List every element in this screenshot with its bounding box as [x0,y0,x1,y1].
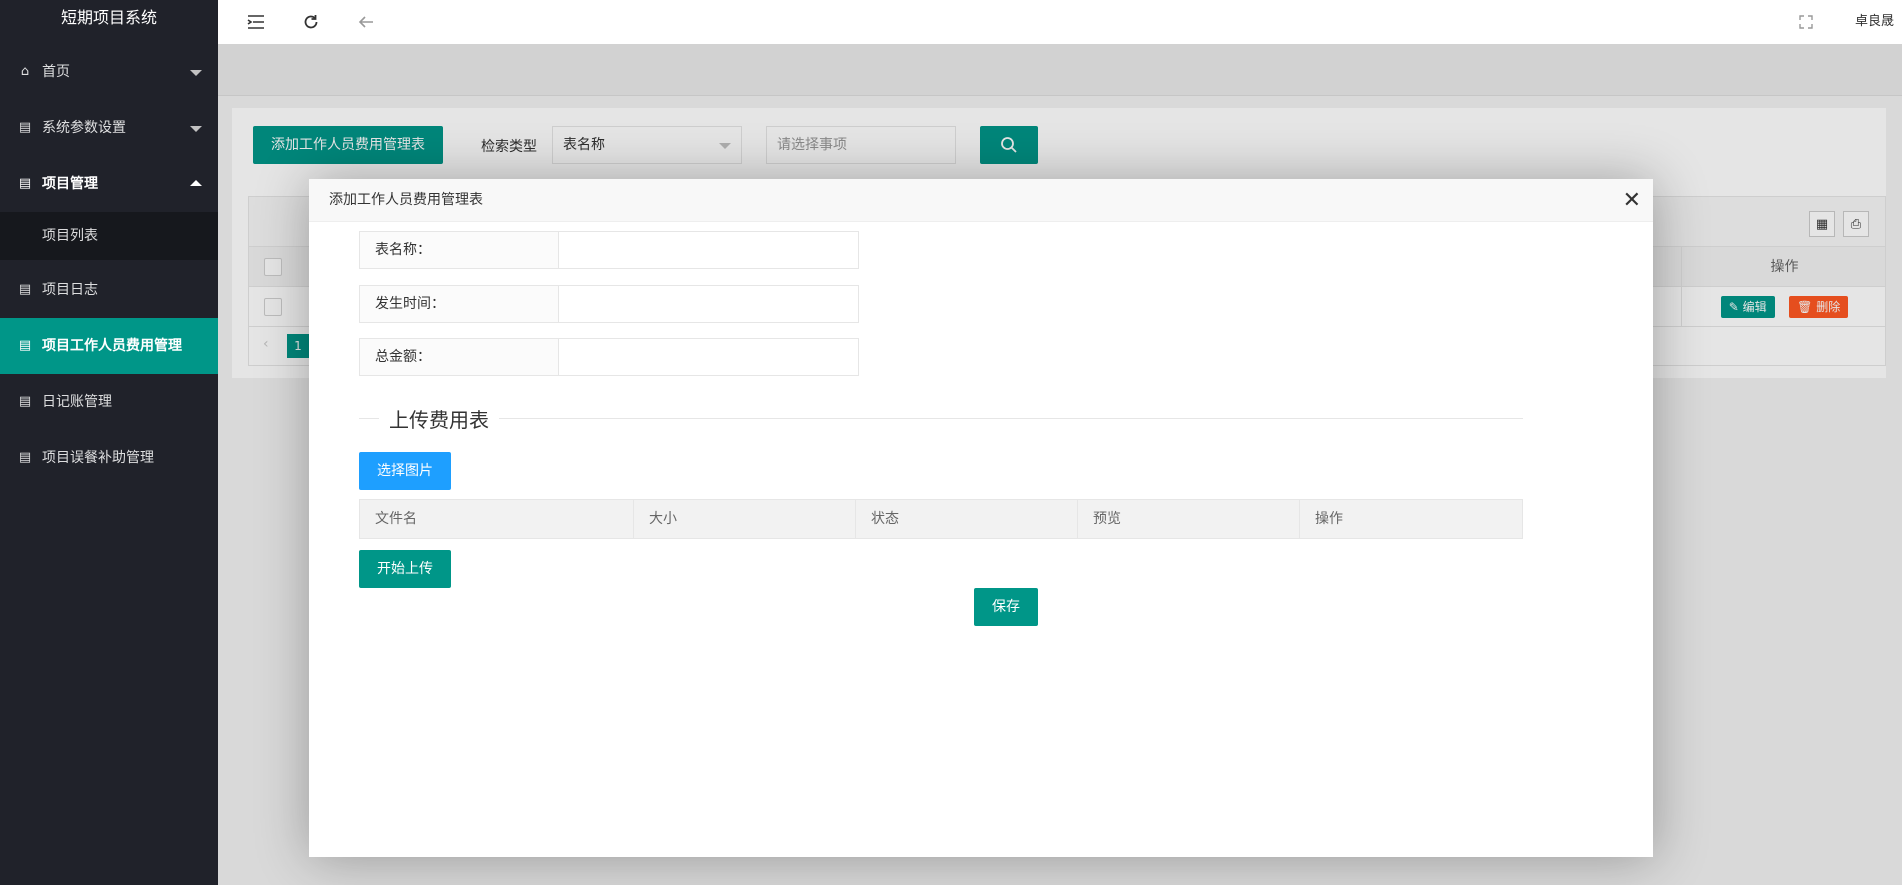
upload-section-title: 上传费用表 [379,404,499,433]
sidebar-subitem-project-list[interactable]: 项目列表 [0,212,218,260]
sidebar-item-meal-subsidy[interactable]: ▤ 项目误餐补助管理 [0,430,218,486]
sidebar-item-system-settings[interactable]: ▤ 系统参数设置 [0,100,218,156]
sidebar-item-label: 项目工作人员费用管理 [42,338,182,354]
sidebar-item-home[interactable]: ⌂ 首页 [0,44,218,100]
file-icon: ▤ [18,450,32,465]
add-expense-modal: 添加工作人员费用管理表 ✕ 表名称： 发生时间： 总金额： 上传费用表 选择图片… [309,179,1653,857]
sidebar-item-label: 日记账管理 [42,394,112,410]
table-name-input[interactable] [558,231,859,269]
top-header: 卓良晟 [218,0,1902,44]
sidebar-item-journal[interactable]: ▤ 日记账管理 [0,374,218,430]
upload-col-status: 状态 [856,500,1078,538]
modal-title: 添加工作人员费用管理表 [329,192,483,208]
file-icon: ▤ [18,338,32,353]
choose-image-button[interactable]: 选择图片 [359,452,451,490]
file-icon: ▤ [18,394,32,409]
total-amount-input[interactable] [558,338,859,376]
sidebar-item-label: 项目列表 [42,228,98,244]
file-icon: ▤ [18,282,32,297]
sidebar-item-label: 首页 [42,64,70,80]
table-name-row: 表名称： [359,231,859,269]
section-divider [359,418,1523,419]
upload-col-actions: 操作 [1315,511,1343,527]
file-icon: ▤ [18,120,32,135]
app-logo: 短期项目系统 [60,8,157,27]
upload-col-filename: 文件名 [360,500,634,538]
file-icon: ▤ [18,176,32,191]
fullscreen-icon[interactable] [1792,8,1820,36]
sidebar: 短期项目系统 ⌂ 首页 ▤ 系统参数设置 ▤ 项目管理 项目列表 ▤ 项目日志 … [0,0,218,885]
upload-col-size: 大小 [634,500,856,538]
chevron-down-icon [190,126,202,132]
sidebar-item-project-management[interactable]: ▤ 项目管理 [0,156,218,212]
occur-time-input[interactable] [558,285,859,323]
sidebar-item-label: 项目误餐补助管理 [42,450,154,466]
home-icon: ⌂ [20,64,30,79]
total-amount-row: 总金额： [359,338,859,376]
total-amount-label: 总金额： [359,338,559,376]
start-upload-button[interactable]: 开始上传 [359,550,451,588]
user-name[interactable]: 卓良晟 [1855,10,1894,29]
close-icon[interactable]: ✕ [1623,179,1641,222]
refresh-icon[interactable] [297,8,325,36]
sidebar-item-project-log[interactable]: ▤ 项目日志 [0,262,218,318]
occur-time-label: 发生时间： [359,285,559,323]
back-arrow-icon[interactable] [352,8,380,36]
sidebar-item-label: 系统参数设置 [42,120,126,136]
table-name-label: 表名称： [359,231,559,269]
upload-col-preview: 预览 [1078,500,1300,538]
sidebar-item-label: 项目日志 [42,282,98,298]
sidebar-item-label: 项目管理 [42,176,98,192]
chevron-down-icon [190,70,202,76]
modal-header: 添加工作人员费用管理表 ✕ [309,179,1653,222]
chevron-up-icon [190,180,202,186]
upload-file-table: 文件名 大小 状态 预览 操作 [359,499,1523,539]
menu-toggle-icon[interactable] [242,8,270,36]
sidebar-item-staff-expense[interactable]: ▤ 项目工作人员费用管理 [0,318,218,374]
save-button[interactable]: 保存 [974,588,1038,626]
occur-time-row: 发生时间： [359,285,859,323]
